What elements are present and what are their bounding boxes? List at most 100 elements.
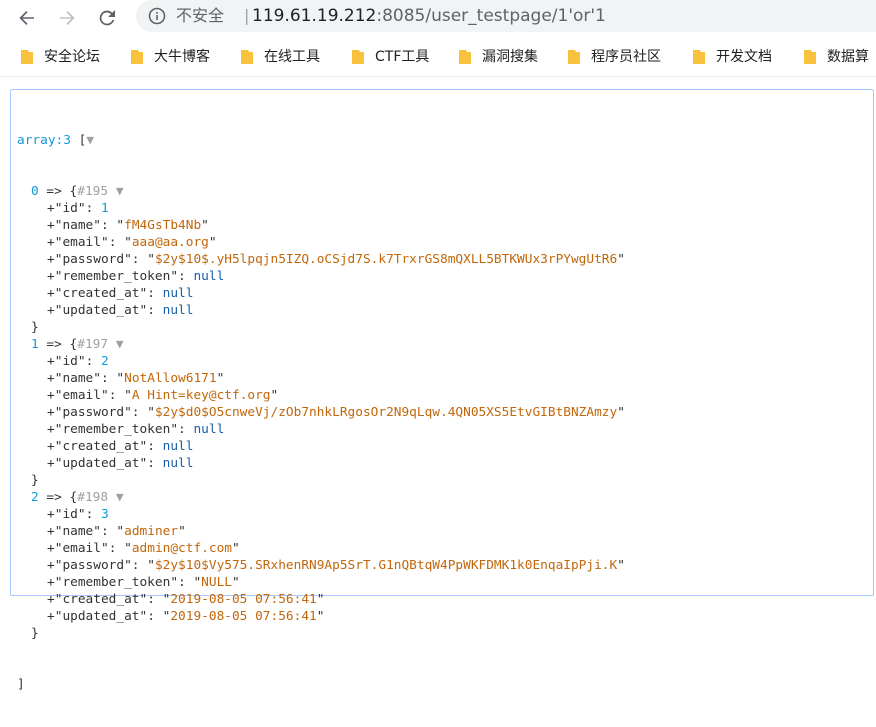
url-host: 119.61.19.212	[252, 6, 377, 26]
field-key: email	[62, 235, 101, 250]
public-marker: +	[47, 592, 55, 607]
bookmark-label: 漏洞搜集	[482, 49, 538, 65]
field-value: null	[162, 286, 194, 301]
field-value: adminer	[124, 524, 179, 539]
field-value: $2y$10$Vy575.SRxhenRN9Ap5SrT.G1nQBtqW4Pp…	[154, 558, 618, 573]
field-value: $2y$d0$O5cnweVj/zOb7nhkLRgosOr2N9qLqw.4Q…	[154, 405, 618, 420]
dump-field-row: +"id": 1	[47, 201, 109, 216]
field-value: NULL	[201, 575, 232, 590]
reload-button[interactable]	[92, 3, 122, 33]
collapse-toggle-icon[interactable]: ▼	[116, 184, 124, 199]
field-key: id	[62, 201, 78, 216]
url-text[interactable]: 119.61.19.212:8085/user_testpage/1'or'1	[252, 6, 606, 26]
bookmark-ctf-tools[interactable]: CTF工具	[351, 46, 429, 68]
dump-field-row: +"password": "$2y$10$.yH5lpqjn5IZQ.oCSjd…	[47, 252, 625, 267]
dump-field-row: +"updated_at": null	[47, 303, 194, 318]
bookmark-dev-docs[interactable]: 开发文档	[692, 46, 772, 68]
url-path: :8085/user_testpage/1'or'1	[376, 6, 606, 26]
bookmark-expert-blogs[interactable]: 大牛博客	[130, 46, 210, 68]
public-marker: +	[47, 286, 55, 301]
public-marker: +	[47, 371, 55, 386]
bookmark-label: 安全论坛	[44, 49, 100, 65]
field-key: remember_token	[62, 269, 171, 284]
field-key: updated_at	[62, 303, 140, 318]
public-marker: +	[47, 405, 55, 420]
field-key: updated_at	[62, 609, 140, 624]
var-dump-code: array:3 [▼ 0 => {#195 ▼ +"id": 1 +"name": …	[17, 98, 625, 727]
bookmark-dev-community[interactable]: 程序员社区	[567, 46, 661, 68]
back-button[interactable]	[12, 3, 42, 33]
info-icon[interactable]	[148, 7, 166, 25]
close-bracket: ]	[17, 677, 25, 692]
public-marker: +	[47, 558, 55, 573]
public-marker: +	[47, 354, 55, 369]
field-key: password	[62, 405, 125, 420]
collapse-toggle-icon[interactable]: ▼	[116, 337, 124, 352]
dump-entry-close: }	[17, 472, 625, 489]
dump-entry-header: 1 => {#197 ▼	[17, 336, 625, 353]
security-status[interactable]: 不安全	[176, 6, 224, 26]
collapse-toggle-icon[interactable]: ▼	[86, 133, 94, 148]
close-brace: }	[31, 626, 39, 641]
dump-field-row: +"name": "adminer"	[47, 524, 186, 539]
field-value: null	[162, 439, 194, 454]
collapse-toggle-icon[interactable]: ▼	[116, 490, 124, 505]
field-value: NotAllow6171	[124, 371, 217, 386]
field-value: null	[193, 422, 225, 437]
public-marker: +	[47, 388, 55, 403]
field-key: created_at	[62, 286, 140, 301]
bookmark-label: 开发文档	[716, 49, 772, 65]
bookmark-label: 大牛博客	[154, 49, 210, 65]
field-key: updated_at	[62, 456, 140, 471]
public-marker: +	[47, 252, 55, 267]
bookmark-online-tools[interactable]: 在线工具	[240, 46, 320, 68]
dump-field-row: +"email": "admin@ctf.com"	[47, 541, 240, 556]
page-viewport: array:3 [▼ 0 => {#195 ▼ +"id": 1 +"name": …	[0, 76, 876, 692]
object-ref: #198	[77, 490, 109, 505]
field-key: created_at	[62, 439, 140, 454]
forward-button[interactable]	[52, 3, 82, 33]
dump-header-line: array:3 [▼	[17, 132, 625, 149]
field-key: name	[62, 524, 94, 539]
entry-index: 0	[31, 184, 39, 199]
reload-icon	[99, 10, 115, 26]
folder-icon	[352, 50, 364, 64]
bookmark-data-algo[interactable]: 数据算	[803, 46, 869, 68]
dump-field-row: +"password": "$2y$10$Vy575.SRxhenRN9Ap5S…	[47, 558, 625, 573]
dump-field-row: +"password": "$2y$d0$O5cnweVj/zOb7nhkLRg…	[47, 405, 625, 420]
bookmark-security-forum[interactable]: 安全论坛	[20, 46, 100, 68]
public-marker: +	[47, 218, 55, 233]
folder-icon	[21, 50, 33, 64]
dump-field-row: +"remember_token": null	[47, 269, 225, 284]
public-marker: +	[47, 524, 55, 539]
address-bar[interactable]: 不安全 | 119.61.19.212:8085/user_testpage/1…	[136, 0, 876, 32]
dump-entry-header: 2 => {#198 ▼	[17, 489, 625, 506]
dump-field-row: +"remember_token": null	[47, 422, 225, 437]
dump-field-row: +"created_at": null	[47, 439, 194, 454]
browser-toolbar: 不安全 | 119.61.19.212:8085/user_testpage/1…	[0, 0, 876, 36]
dump-entry-close: }	[17, 319, 625, 336]
public-marker: +	[47, 235, 55, 250]
bookmark-vuln-collection[interactable]: 漏洞搜集	[458, 46, 538, 68]
public-marker: +	[47, 269, 55, 284]
omnibox-separator: |	[244, 6, 250, 25]
dump-field-row: +"updated_at": "2019-08-05 07:56:41"	[47, 609, 325, 624]
public-marker: +	[47, 422, 55, 437]
dump-field-row: +"email": "A Hint=key@ctf.org"	[47, 388, 279, 403]
field-key: password	[62, 558, 125, 573]
field-value: fM4GsTb4Nb	[124, 218, 202, 233]
field-value: 2	[101, 354, 109, 369]
dump-field-row: +"id": 2	[47, 354, 109, 369]
folder-icon	[693, 50, 705, 64]
field-value: null	[193, 269, 225, 284]
public-marker: +	[47, 456, 55, 471]
field-key: email	[62, 541, 101, 556]
public-marker: +	[47, 507, 55, 522]
field-key: created_at	[62, 592, 140, 607]
dump-entries: 0 => {#195 ▼ +"id": 1 +"name": "fM4GsTb4Nb…	[17, 183, 625, 642]
field-key: remember_token	[62, 575, 171, 590]
dump-field-row: +"created_at": null	[47, 286, 194, 301]
arrow-operator: =>	[38, 184, 70, 199]
dump-field-row: +"name": "fM4GsTb4Nb"	[47, 218, 209, 233]
field-value: null	[162, 456, 194, 471]
